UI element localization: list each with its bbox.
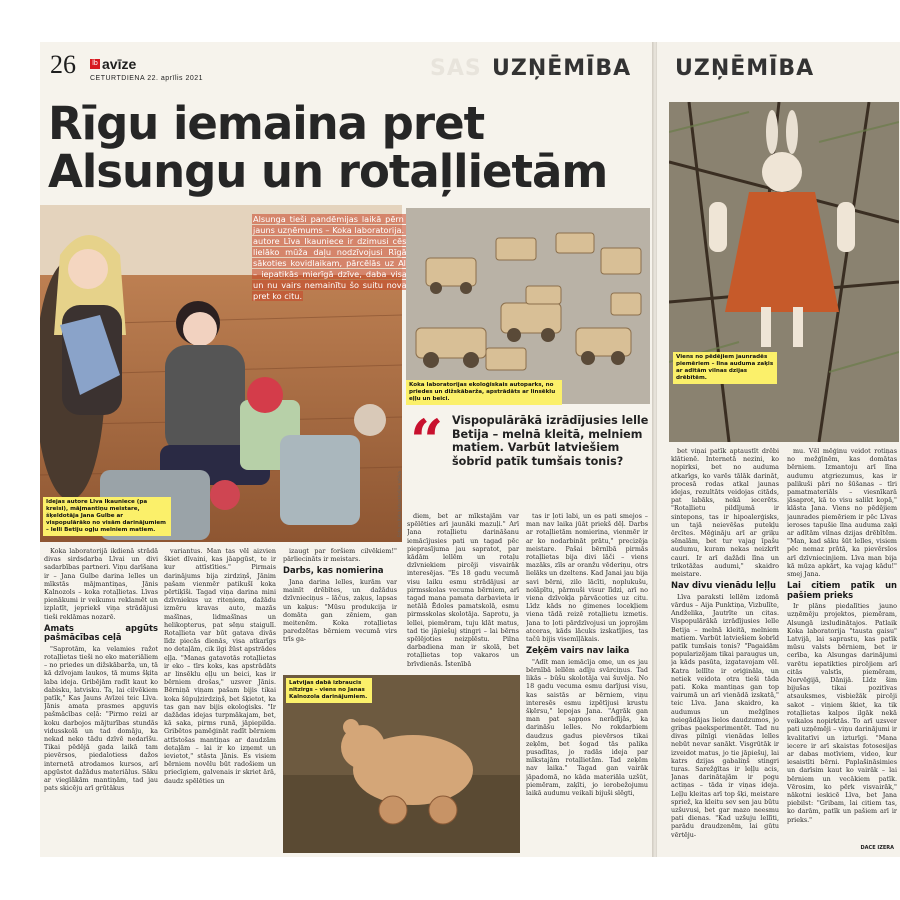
paragraph: Koka laboratorijā ikdienā strādā divas s… [44, 547, 158, 621]
subheading-zekem: Zeķēm vairs nav laika [526, 645, 630, 656]
lead-text: Alsunga tieši pandēmijas laikā pērn radī… [252, 214, 432, 301]
quote-mark-icon: “ [410, 407, 444, 475]
cars-photo [406, 208, 650, 404]
page-number: 26 [50, 50, 76, 79]
bear-photo-caption: Latvijas dabā izbraucis nītzirgs – viens… [286, 678, 372, 703]
headline-line-1: Rīgu iemaina pret [48, 97, 485, 150]
section-title-right: UZŅĒMĪBA [675, 56, 815, 81]
paragraph: "Saprotām, ka velamies ražot rotaļlietas… [44, 644, 158, 793]
column-3: izaugt par foršiem cilvēkiem!" pārliecin… [283, 547, 397, 672]
paragraph: tas ir ļoti labi, un es pati smejos – ma… [526, 512, 648, 644]
paragraph: diem, bet ar mīkstajām var spēlēties arī… [407, 512, 519, 668]
bunny-photo [669, 102, 899, 442]
author-signature: DACE IZERA [860, 845, 894, 851]
paragraph: Līva paraksti lellēm izdomā vārdus – Aij… [671, 592, 779, 839]
paragraph: "Adīt man iemācīja ome, un es jau bērnīb… [526, 657, 648, 797]
paragraph: izaugt par foršiem cilvēkiem!" pārliecin… [283, 547, 397, 564]
logo-text: avīze [102, 56, 137, 72]
left-page: 26 lb avīze CETURTDIENA 22. aprīlis 2021… [40, 42, 654, 857]
toy-cars-image [406, 208, 650, 404]
paragraph: bet viņai patīk aptaustīt drēbi klātienē… [671, 447, 779, 579]
section-title: UZŅĒMĪBA [492, 56, 632, 81]
right-column-1: bet viņai patīk aptaustīt drēbi klātienē… [671, 447, 779, 849]
column-2: variantus. Man tas vēl aizvien škiet dīv… [164, 547, 276, 852]
subheading-amats: Amats apgūts pašmācības ceļā [44, 622, 158, 643]
logo-mark-icon: lb [90, 59, 100, 69]
main-photo-caption: Idejas autore Līva Ikauniece (pa kreisi)… [43, 497, 171, 536]
subheading-nav-divu: Nav divu vienādu leļļu [671, 580, 776, 591]
paragraph: variantus. Man tas vēl aizvien škiet dīv… [164, 547, 276, 785]
lead-paragraph: Alsunga tieši pandēmijas laikā pērn radī… [252, 214, 432, 302]
column-1: Koka laboratorijā ikdienā strādā divas s… [44, 547, 158, 852]
paragraph: mu. Vēl mēģinu veidot rotiņas no mežģīnē… [787, 447, 897, 579]
headline: Rīgu iemaina pret Alsungu un rotaļlietām [48, 100, 648, 196]
photo-credit: Foto no Koka laboratorijas arhīva [397, 471, 402, 537]
cars-photo-caption: Koka laboratorijas ekoloģiskais autopark… [406, 380, 562, 405]
paragraph: Jana darina lelles, kurām var mainīt drē… [283, 577, 397, 644]
subheading-darbs: Darbs, kas nomierina [283, 565, 384, 576]
column-5: tas ir ļoti labi, un es pati smejos – ma… [526, 512, 648, 852]
bunny-doll-image [669, 102, 899, 442]
section-ghost-text: SAS [430, 56, 482, 81]
right-page: UZŅĒMĪBA Viens no pēdējiem jaunradēs pie… [657, 42, 900, 857]
subheading-lai-citiem: Lai citiem patīk un pašiem prieks [787, 580, 897, 600]
newspaper-logo: lb avīze [90, 56, 136, 72]
paragraph: Ir plāns piedalīties jauno uzņēmēju proj… [787, 602, 897, 824]
issue-date: CETURTDIENA 22. aprīlis 2021 [90, 75, 204, 82]
bunny-photo-caption: Viens no pēdējiem jaunradēs piemēriem – … [673, 352, 777, 384]
headline-line-2: Alsungu un rotaļlietām [48, 145, 608, 198]
right-column-2: mu. Vēl mēģinu veidot rotiņas no mežģīnē… [787, 447, 897, 849]
pull-quote: Vispopulārākā izrādījusies lelle Betija … [452, 414, 649, 468]
